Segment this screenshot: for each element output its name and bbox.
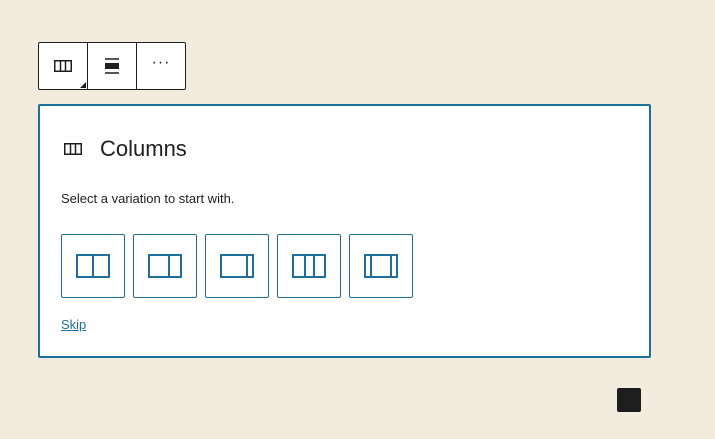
placeholder-title: Columns [100, 136, 187, 161]
variation-66-33[interactable] [133, 234, 197, 298]
placeholder-instructions: Select a variation to start with. [61, 191, 235, 206]
variation-50-50[interactable] [61, 234, 125, 298]
variation-33-66[interactable] [205, 234, 269, 298]
two-columns-wide-right-icon [220, 254, 254, 278]
skip-link[interactable]: Skip [61, 317, 86, 332]
two-columns-equal-icon [76, 254, 110, 278]
two-columns-wide-left-icon [148, 254, 182, 278]
columns-icon [54, 60, 72, 72]
align-button[interactable] [87, 43, 136, 89]
variation-25-50-25[interactable] [349, 234, 413, 298]
block-switcher-indicator [80, 82, 86, 88]
three-columns-equal-icon [292, 254, 326, 278]
more-options-icon: ··· [151, 54, 171, 71]
align-icon [105, 58, 119, 74]
variation-picker [61, 234, 413, 298]
block-type-button[interactable] [39, 43, 87, 89]
columns-icon [64, 143, 82, 155]
block-toolbar: ··· [38, 42, 186, 90]
placeholder-header: Columns [64, 136, 187, 162]
block-appender-button[interactable] [617, 388, 641, 412]
variation-33-33-33[interactable] [277, 234, 341, 298]
columns-placeholder: Columns Select a variation to start with… [38, 104, 651, 358]
three-columns-wide-center-icon [364, 254, 398, 278]
more-options-button[interactable]: ··· [136, 43, 185, 89]
